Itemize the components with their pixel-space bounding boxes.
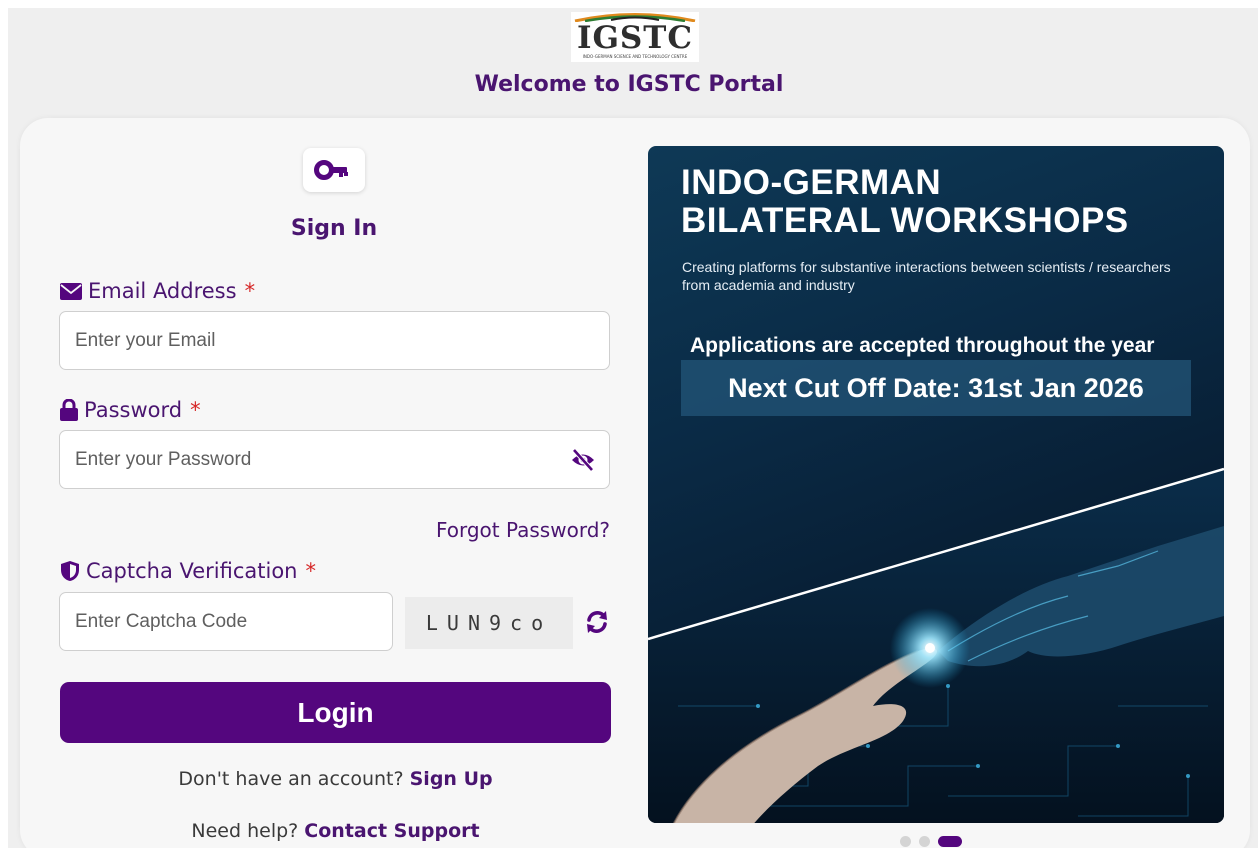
carousel-dot-1[interactable] bbox=[900, 835, 911, 847]
required-mark: * bbox=[190, 398, 201, 422]
promo-banner[interactable]: INDO-GERMAN BILATERAL WORKSHOPS Creating… bbox=[648, 146, 1224, 823]
signup-prompt: Don't have an account? Sign Up bbox=[60, 765, 611, 793]
banner-title-line-1: INDO-GERMAN bbox=[681, 163, 942, 202]
banner-subtitle: Creating platforms for substantive inter… bbox=[682, 259, 1171, 293]
contact-support-link[interactable]: Contact Support bbox=[304, 820, 479, 842]
igstc-logo: IGSTC INDO-GERMAN SCIENCE AND TECHNOLOGY… bbox=[571, 12, 699, 62]
refresh-icon[interactable] bbox=[583, 608, 611, 636]
help-text: Need help? bbox=[191, 820, 299, 842]
envelope-icon bbox=[60, 282, 82, 300]
captcha-label: Captcha Verification * bbox=[60, 556, 316, 586]
carousel-dots bbox=[900, 835, 962, 847]
support-prompt: Need help? Contact Support bbox=[60, 817, 611, 845]
welcome-title: Welcome to IGSTC Portal bbox=[474, 72, 784, 97]
email-label: Email Address * bbox=[60, 276, 255, 306]
no-account-text: Don't have an account? bbox=[178, 768, 404, 790]
logo-text: IGSTC bbox=[576, 20, 694, 56]
banner-applications-text: Applications are accepted throughout the… bbox=[690, 334, 1155, 357]
logo-subtext: INDO-GERMAN SCIENCE AND TECHNOLOGY CENTR… bbox=[582, 54, 688, 59]
carousel-dot-3[interactable] bbox=[938, 835, 962, 847]
key-badge bbox=[303, 148, 365, 192]
password-label: Password * bbox=[60, 395, 201, 425]
captcha-label-text: Captcha Verification bbox=[86, 559, 298, 583]
eye-slash-icon[interactable] bbox=[570, 447, 596, 473]
banner-title-line-2: BILATERAL WORKSHOPS bbox=[681, 201, 1129, 240]
captcha-code: LUN9co bbox=[405, 597, 573, 649]
lock-icon bbox=[60, 399, 78, 421]
required-mark: * bbox=[244, 279, 256, 303]
email-label-text: Email Address bbox=[88, 279, 237, 303]
banner-cutoff-date: Next Cut Off Date: 31st Jan 2026 bbox=[681, 360, 1191, 416]
login-button[interactable]: Login bbox=[60, 682, 611, 743]
carousel-dot-2[interactable] bbox=[919, 835, 930, 847]
forgot-password-link[interactable]: Forgot Password? bbox=[390, 516, 610, 544]
password-label-text: Password bbox=[84, 398, 183, 422]
banner-artwork bbox=[648, 467, 1224, 823]
required-mark: * bbox=[305, 559, 317, 583]
email-input[interactable] bbox=[59, 311, 610, 370]
sign-up-link[interactable]: Sign Up bbox=[410, 768, 493, 790]
password-input[interactable] bbox=[59, 430, 610, 489]
shield-icon bbox=[61, 561, 79, 581]
sign-in-title: Sign In bbox=[290, 216, 378, 241]
banner-title: INDO-GERMAN BILATERAL WORKSHOPS bbox=[681, 164, 1129, 240]
page: IGSTC INDO-GERMAN SCIENCE AND TECHNOLOGY… bbox=[0, 0, 1258, 848]
captcha-input[interactable] bbox=[59, 592, 393, 651]
key-icon bbox=[314, 160, 348, 180]
